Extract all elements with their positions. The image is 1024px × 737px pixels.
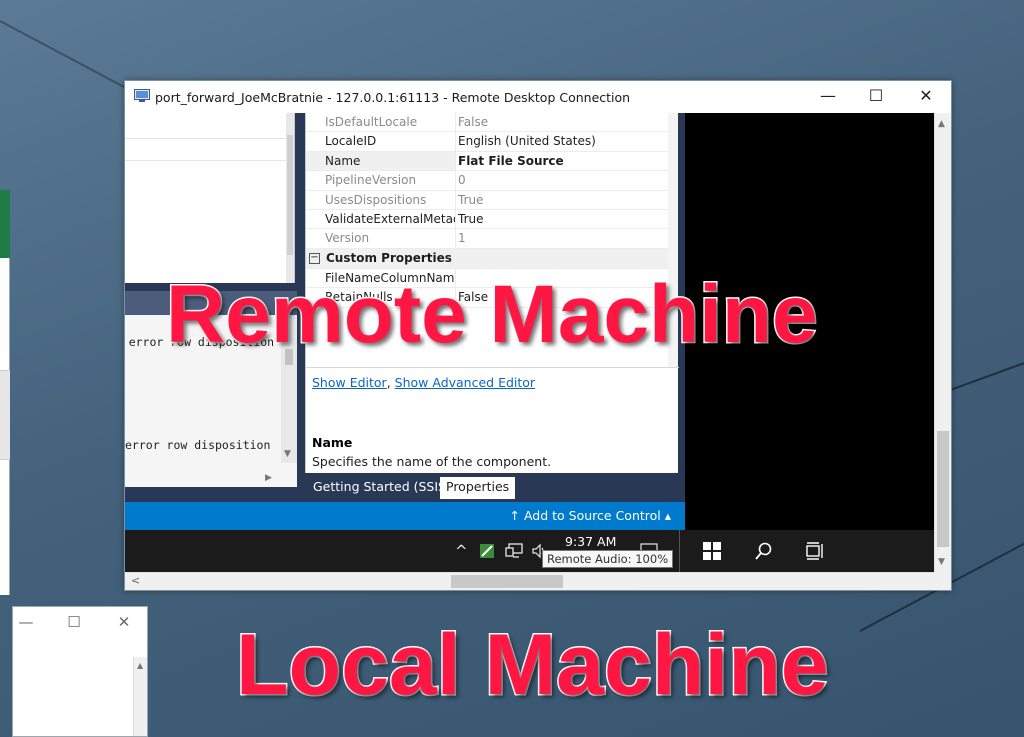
property-name: ValidateExternalMetadata: [306, 209, 456, 229]
scroll-down-arrow-icon[interactable]: ▼: [284, 449, 291, 459]
description-title: Name: [312, 435, 353, 450]
maximize-icon[interactable]: ☐: [63, 613, 85, 633]
property-value[interactable]: Flat File Source: [456, 152, 564, 170]
properties-divider[interactable]: [306, 367, 679, 368]
pane-scrollbar[interactable]: [286, 113, 294, 283]
windows-start-icon[interactable]: [703, 542, 721, 560]
show-hidden-icons-chevron[interactable]: ^: [455, 542, 468, 560]
property-value[interactable]: 1: [456, 229, 466, 247]
close-icon[interactable]: ✕: [113, 613, 135, 633]
list-item[interactable]: [125, 113, 294, 139]
minimize-button[interactable]: —: [805, 81, 851, 113]
property-value[interactable]: False: [456, 113, 488, 131]
monitor-tray-icon[interactable]: [505, 543, 523, 559]
list-item[interactable]: [125, 139, 294, 161]
minimize-icon[interactable]: —: [15, 613, 37, 633]
clock-time[interactable]: 9:37 AM: [565, 534, 616, 549]
scroll-left-arrow-icon[interactable]: <: [131, 574, 140, 587]
scroll-up-arrow-icon[interactable]: ▲: [137, 661, 143, 670]
local-machine-label: Local Machine: [235, 616, 831, 715]
solution-explorer-pane[interactable]: [125, 113, 295, 283]
remote-taskbar: ^ 9:37 AM Remote Audio: 100%: [125, 530, 935, 572]
property-row[interactable]: IsDefaultLocale False: [306, 113, 678, 133]
property-name: Version: [306, 229, 456, 248]
rdp-title-bar[interactable]: port_forward_JoeMcBratnie - 127.0.0.1:61…: [125, 81, 951, 113]
property-name: LocaleID: [306, 132, 456, 151]
add-to-source-control-button[interactable]: ↑ Add to Source Control ▴: [510, 508, 671, 523]
property-name: IsDefaultLocale: [306, 113, 456, 132]
scroll-thumb[interactable]: [937, 431, 949, 547]
tab-properties[interactable]: Properties: [440, 477, 516, 499]
scroll-up-arrow-icon[interactable]: ▲: [938, 119, 945, 129]
pane-tabs: Getting Started (SSIS) Properties: [305, 473, 678, 499]
property-value[interactable]: 0: [456, 171, 466, 189]
scroll-right-arrow-icon[interactable]: ▶: [265, 473, 272, 483]
window-title: port_forward_JoeMcBratnie - 127.0.0.1:61…: [155, 90, 631, 105]
task-view-icon[interactable]: [805, 542, 825, 560]
rdp-vertical-scrollbar[interactable]: ▲ ▼: [934, 113, 951, 572]
status-bar: ↑ Add to Source Control ▴: [125, 502, 685, 530]
search-icon[interactable]: [755, 542, 773, 560]
property-value[interactable]: True: [456, 210, 484, 228]
background-small-window[interactable]: — ☐ ✕ ▲: [12, 606, 148, 737]
scroll-thumb[interactable]: [287, 135, 293, 255]
property-row[interactable]: UsesDispositions True: [306, 190, 678, 210]
show-advanced-editor-link[interactable]: Show Advanced Editor: [395, 375, 535, 390]
property-row[interactable]: Name Flat File Source: [306, 151, 678, 172]
property-row[interactable]: Version 1: [306, 229, 678, 249]
network-tray-icon[interactable]: [479, 543, 495, 559]
category-label: Custom Properties: [326, 251, 452, 266]
property-row[interactable]: PipelineVersion 0: [306, 171, 678, 191]
output-line: error row disposition: [125, 438, 271, 452]
property-row[interactable]: ValidateExternalMetadataTrue: [306, 209, 678, 230]
small-window-scrollbar[interactable]: ▲: [133, 657, 147, 736]
close-button[interactable]: ✕: [903, 81, 949, 113]
tab-getting-started[interactable]: Getting Started (SSIS): [307, 477, 457, 499]
description-text: Specifies the name of the component.: [312, 454, 552, 469]
scroll-down-arrow-icon[interactable]: ▼: [938, 557, 945, 567]
property-name: PipelineVersion: [306, 171, 456, 190]
small-window-caption: — ☐ ✕: [13, 607, 147, 639]
property-value[interactable]: English (United States): [456, 132, 596, 150]
property-rows: IsDefaultLocale False LocaleID English (Uni…: [306, 113, 678, 249]
app-grey-panel: [0, 370, 10, 460]
scrollbar-corner: [934, 572, 951, 590]
taskbar-separator: [679, 530, 680, 572]
remote-machine-label: Remote Machine: [165, 268, 820, 362]
custom-properties-category[interactable]: − Custom Properties: [306, 248, 678, 269]
property-value[interactable]: True: [456, 191, 484, 209]
property-name: UsesDispositions: [306, 190, 456, 209]
remote-audio-tooltip: Remote Audio: 100%: [542, 550, 674, 568]
collapse-icon[interactable]: −: [309, 252, 320, 264]
remote-desktop-icon: [134, 89, 150, 102]
scroll-thumb[interactable]: [451, 575, 563, 588]
link-separator: ,: [386, 375, 395, 390]
show-editor-link[interactable]: Show Editor: [312, 375, 387, 390]
background-app-window[interactable]: [0, 190, 10, 595]
app-green-ribbon: [0, 190, 10, 258]
maximize-button[interactable]: ☐: [853, 81, 899, 113]
property-name: Name: [306, 151, 456, 171]
editor-links: Show Editor, Show Advanced Editor: [312, 375, 535, 390]
rdp-horizontal-scrollbar[interactable]: <: [125, 572, 935, 590]
property-row[interactable]: LocaleID English (United States): [306, 132, 678, 152]
